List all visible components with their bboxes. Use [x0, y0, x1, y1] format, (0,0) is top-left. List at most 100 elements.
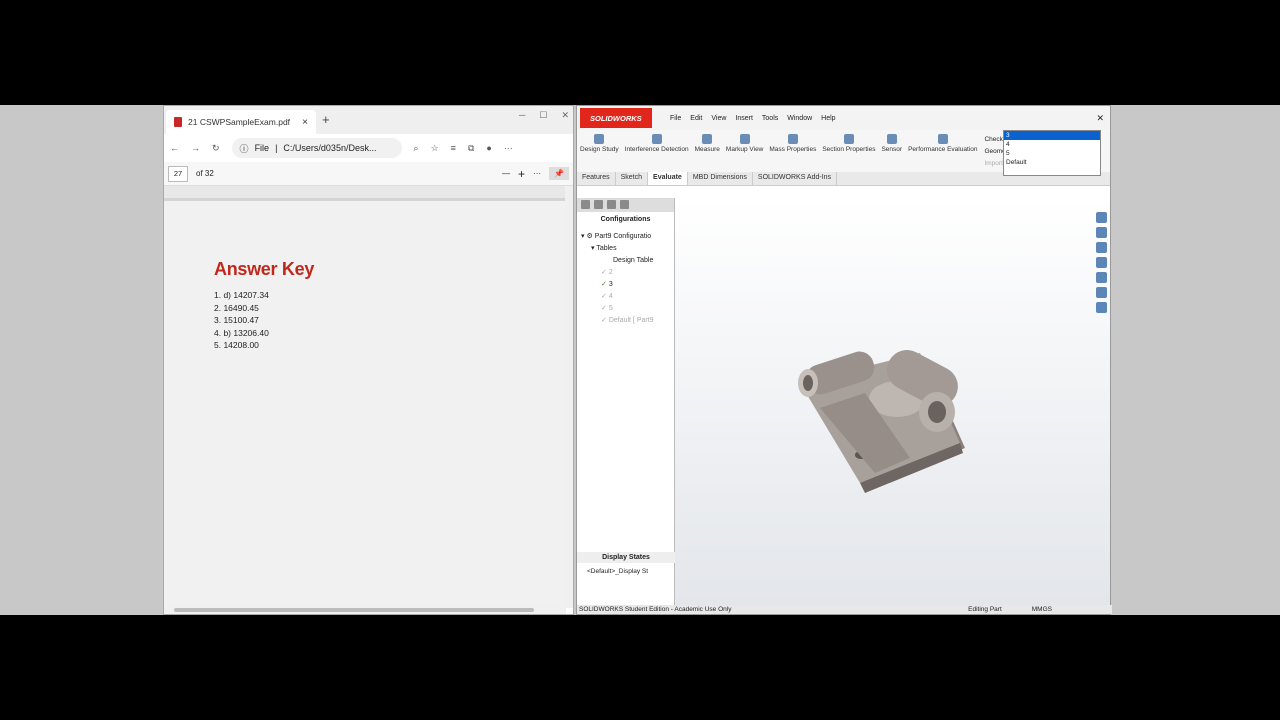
pdf-tab[interactable]: 21 CSWPSampleExam.pdf × [166, 110, 316, 134]
appearances-icon[interactable] [1096, 272, 1107, 283]
tree-tables[interactable]: ▾ Tables [577, 243, 674, 255]
edge-tabbar: 21 CSWPSampleExam.pdf × + ─ ☐ ✕ [164, 106, 573, 134]
measure-button[interactable]: Measure [692, 134, 723, 154]
tab-sketch[interactable]: Sketch [616, 172, 649, 185]
tree-config-5[interactable]: ✓ 5 [577, 303, 674, 315]
zoom-in-button[interactable]: + [518, 167, 525, 181]
tab-solidworks-addins[interactable]: SOLIDWORKS Add-Ins [753, 172, 838, 185]
more-tools-button[interactable]: ··· [533, 169, 541, 178]
design-study-button[interactable]: Design Study [577, 134, 622, 154]
menu-help[interactable]: Help [821, 115, 835, 122]
close-icon[interactable]: ✕ [561, 110, 569, 121]
scroll-thumb[interactable] [174, 608, 534, 612]
search-icon[interactable]: ⌕ [414, 143, 419, 154]
horizontal-scrollbar[interactable] [164, 606, 566, 614]
interference-detection-button[interactable]: Interference Detection [622, 134, 692, 154]
menu-tools[interactable]: Tools [762, 115, 778, 122]
sensor-icon [886, 134, 897, 144]
configuration-manager-icon[interactable] [607, 200, 616, 209]
measure-icon [702, 134, 713, 144]
answer-key-title: Answer Key [214, 259, 315, 279]
section-icon [843, 134, 854, 144]
solidworks-logo[interactable]: SOLIDWORKS [580, 108, 652, 128]
answer-item: 3. 15100.47 [214, 315, 259, 325]
pdf-tab-title: 21 CSWPSampleExam.pdf [188, 117, 291, 127]
back-icon[interactable]: ← [170, 143, 179, 153]
pdf-toolbar: 27 of 32 — + ··· 📌 [164, 162, 573, 186]
menu-edit[interactable]: Edit [690, 115, 702, 122]
answer-item: 4. b) 13206.40 [214, 327, 269, 338]
zoom-out-button[interactable]: — [502, 169, 510, 178]
forum-icon[interactable] [1096, 302, 1107, 313]
close-tab-icon[interactable]: × [302, 117, 308, 128]
sw-titlebar: SOLIDWORKS File Edit View Insert Tools W… [577, 106, 1110, 130]
answer-list: 1. d) 14207.34 2. 16490.45 3. 15100.47 4… [214, 289, 269, 352]
dropdown-option[interactable]: 5 [1004, 149, 1100, 158]
custom-properties-icon[interactable] [1096, 287, 1107, 298]
dropdown-selected[interactable]: 3 [1004, 131, 1100, 140]
profile-icon[interactable]: ● [486, 143, 491, 153]
configuration-dropdown[interactable]: 3 4 5 Default [1003, 130, 1101, 176]
tree-design-table[interactable]: Design Table [577, 255, 674, 267]
design-library-icon[interactable] [1096, 257, 1107, 268]
page-number-input[interactable]: 27 [168, 165, 188, 182]
sensor-button[interactable]: Sensor [878, 134, 905, 154]
file-explorer-icon[interactable] [1096, 242, 1107, 253]
part-model [798, 350, 965, 493]
pin-icon[interactable]: 📌 [549, 167, 569, 180]
pdf-page: Answer Key 1. d) 14207.34 2. 16490.45 3.… [164, 198, 566, 606]
tree-config-default[interactable]: ✓ Default [ Part9 [577, 315, 674, 327]
maximize-icon[interactable]: ☐ [539, 110, 547, 121]
performance-evaluation-button[interactable]: Performance Evaluation [905, 134, 980, 154]
tree-config-4[interactable]: ✓ 4 [577, 291, 674, 303]
tab-mbd-dimensions[interactable]: MBD Dimensions [688, 172, 753, 185]
status-units[interactable]: MMGS [1032, 606, 1052, 613]
tab-evaluate[interactable]: Evaluate [648, 172, 688, 185]
tree-config-3[interactable]: ✓ 3 [577, 279, 674, 291]
dropdown-option[interactable]: 4 [1004, 140, 1100, 149]
menu-file[interactable]: File [670, 115, 681, 122]
forward-icon[interactable]: → [191, 143, 200, 153]
new-tab-button[interactable]: + [322, 112, 330, 127]
section-properties-button[interactable]: Section Properties [819, 134, 878, 154]
tree-config-2[interactable]: ✓ 2 [577, 267, 674, 279]
refresh-icon[interactable]: ↻ [212, 143, 220, 154]
collections-icon[interactable]: ⧉ [468, 143, 474, 154]
answer-item: 2. 16490.45 [214, 302, 259, 313]
vertical-scrollbar[interactable] [565, 186, 573, 608]
tab-features[interactable]: Features [577, 172, 616, 185]
configuration-tree: ▾ ⚙ Part9 Configuratio ▾ Tables Design T… [577, 231, 674, 327]
favorites-icon[interactable]: ≡ [451, 143, 456, 153]
property-manager-icon[interactable] [594, 200, 603, 209]
status-mode: Editing Part [968, 606, 1002, 613]
minimize-icon[interactable]: ─ [519, 110, 525, 121]
edge-window-controls: ─ ☐ ✕ [519, 110, 569, 121]
fm-tab-icons [577, 198, 674, 212]
menu-insert[interactable]: Insert [735, 115, 753, 122]
resources-icon[interactable] [1096, 227, 1107, 238]
dimxpert-icon[interactable] [620, 200, 629, 209]
configurations-heading: Configurations [600, 216, 651, 223]
bracket-part [798, 350, 965, 493]
address-bar[interactable]: ⓘ File | C:/Users/d035n/Desk... [231, 138, 402, 158]
interference-icon [651, 134, 662, 144]
address-bar-row: ← → ↻ ⓘ File | C:/Users/d035n/Desk... ⌕ … [164, 134, 573, 162]
menu-window[interactable]: Window [787, 115, 812, 122]
answer-item: 1. d) 14207.34 [214, 290, 269, 300]
pdf-viewport[interactable]: Answer Key 1. d) 14207.34 2. 16490.45 3.… [164, 186, 566, 606]
display-state-item[interactable]: <Default>_Display St [587, 568, 673, 575]
mass-properties-button[interactable]: Mass Properties [766, 134, 819, 154]
menu-icon[interactable]: ··· [504, 143, 513, 153]
task-pane-icons [1096, 212, 1108, 313]
dropdown-option[interactable]: Default [1004, 158, 1100, 167]
info-icon: ⓘ [239, 143, 249, 154]
sw-close-icon[interactable]: ✕ [1096, 113, 1104, 124]
tree-root[interactable]: ▾ ⚙ Part9 Configuratio [577, 231, 674, 243]
feature-tree-icon[interactable] [581, 200, 590, 209]
favorite-icon[interactable]: ☆ [431, 143, 439, 154]
address-text: C:/Users/d035n/Desk... [283, 143, 377, 153]
graphics-viewport[interactable] [675, 198, 1110, 608]
menu-view[interactable]: View [711, 115, 726, 122]
home-icon[interactable] [1096, 212, 1107, 223]
markup-view-button[interactable]: Markup View [723, 134, 766, 154]
